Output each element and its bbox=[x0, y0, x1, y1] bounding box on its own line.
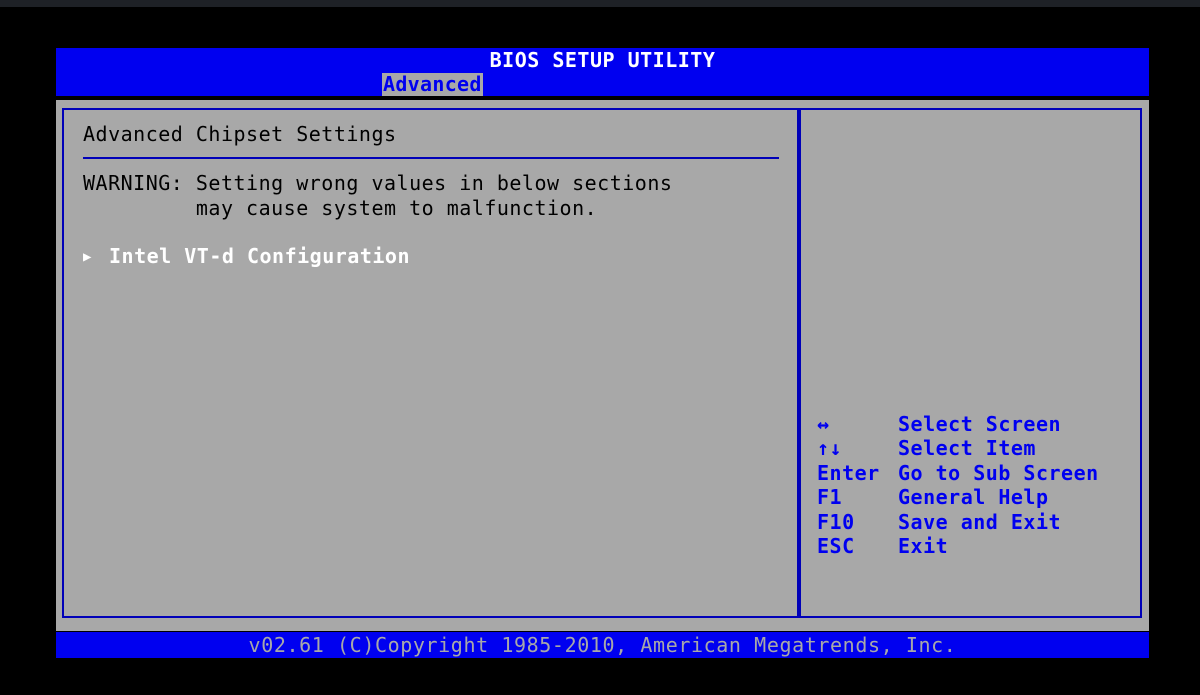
help-row-save-exit: F10 Save and Exit bbox=[817, 510, 1099, 534]
help-row-select-screen: ↔ Select Screen bbox=[817, 412, 1099, 436]
copyright-footer: v02.61 (C)Copyright 1985-2010, American … bbox=[56, 632, 1149, 658]
help-row-general-help: F1 General Help bbox=[817, 485, 1099, 509]
help-action: Select Screen bbox=[898, 412, 1062, 436]
bios-screen: BIOS SETUP UTILITY Advanced Advanced Chi… bbox=[56, 48, 1149, 658]
tab-bar: Advanced bbox=[56, 73, 1149, 96]
top-strip bbox=[0, 0, 1200, 7]
warning-line-2: may cause system to malfunction. bbox=[83, 196, 598, 220]
key-help-list: ↔ Select Screen ↑↓ Select Item Enter Go … bbox=[817, 412, 1099, 558]
help-action: Exit bbox=[898, 534, 949, 559]
settings-panel: Advanced Chipset Settings WARNING: Setti… bbox=[62, 108, 799, 618]
help-row-sub-screen: Enter Go to Sub Screen bbox=[817, 461, 1099, 485]
help-panel: ↔ Select Screen ↑↓ Select Item Enter Go … bbox=[799, 108, 1142, 618]
title-divider bbox=[83, 157, 779, 159]
main-area: Advanced Chipset Settings WARNING: Setti… bbox=[56, 100, 1149, 631]
help-action: General Help bbox=[898, 485, 1049, 510]
up-down-arrow-icon: ↑↓ bbox=[817, 436, 843, 461]
warning-text: WARNING: Setting wrong values in below s… bbox=[83, 171, 672, 221]
warning-line-1: WARNING: Setting wrong values in below s… bbox=[83, 171, 673, 195]
help-key: ESC bbox=[817, 534, 855, 559]
help-key: F10 bbox=[817, 509, 855, 534]
help-action: Select Item bbox=[898, 436, 1036, 461]
help-key: F1 bbox=[817, 485, 843, 510]
help-key: Enter bbox=[817, 460, 880, 485]
left-right-arrow-icon: ↔ bbox=[817, 412, 830, 436]
help-row-select-item: ↑↓ Select Item bbox=[817, 436, 1099, 460]
menu-item-label: Intel VT-d Configuration bbox=[109, 244, 410, 268]
help-action: Save and Exit bbox=[898, 509, 1062, 534]
menu-item-intel-vtd[interactable]: ▶ Intel VT-d Configuration bbox=[83, 244, 410, 269]
tab-advanced[interactable]: Advanced bbox=[382, 73, 483, 96]
submenu-arrow-icon: ▶ bbox=[83, 249, 92, 265]
bios-title: BIOS SETUP UTILITY bbox=[56, 48, 1149, 73]
help-row-exit: ESC Exit bbox=[817, 534, 1099, 558]
page-title: Advanced Chipset Settings bbox=[83, 122, 397, 146]
help-action: Go to Sub Screen bbox=[898, 460, 1099, 485]
